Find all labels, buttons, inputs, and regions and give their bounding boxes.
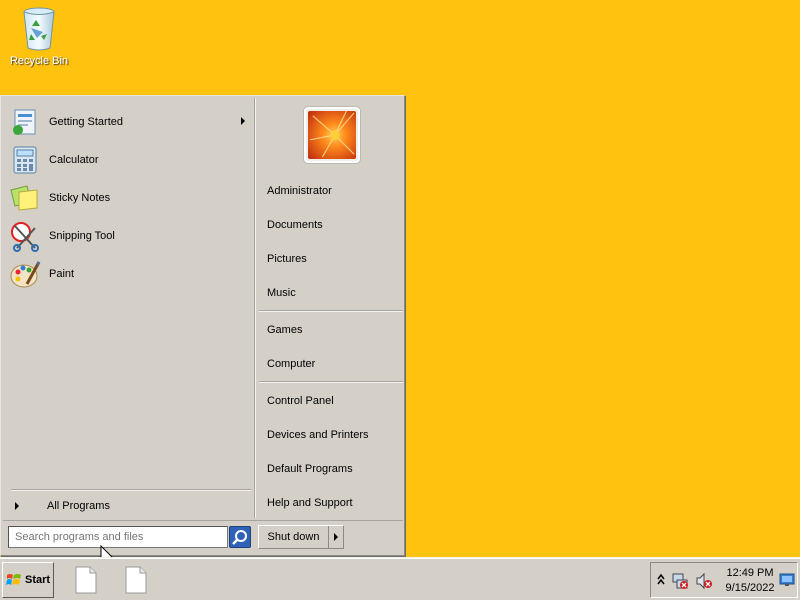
program-label: Getting Started [49, 116, 123, 128]
places-item-label: Games [267, 324, 303, 336]
start-menu: Getting Started Calculator Sticky Notes [0, 95, 405, 556]
places-item-documents[interactable]: Documents [261, 210, 401, 240]
user-picture[interactable] [303, 106, 361, 164]
all-programs-arrow-icon [15, 502, 19, 510]
windows-logo-icon [6, 574, 21, 585]
search-button[interactable] [229, 526, 251, 548]
program-label: Sticky Notes [49, 192, 111, 204]
clock[interactable]: 12:49 PM 9/15/2022 [717, 566, 783, 596]
places-item-default-programs[interactable]: Default Programs [261, 454, 401, 484]
places-item-label: Administrator [267, 185, 332, 197]
program-label: Snipping Tool [49, 230, 115, 242]
places-item-label: Control Panel [267, 395, 334, 407]
places-item-help-and-support[interactable]: Help and Support [261, 488, 401, 518]
program-paint[interactable]: Paint [9, 257, 251, 291]
places-item-administrator[interactable]: Administrator [261, 176, 401, 206]
places-item-control-panel[interactable]: Control Panel [261, 386, 401, 416]
clock-date: 9/15/2022 [725, 582, 775, 594]
places-item-devices-and-printers[interactable]: Devices and Printers [261, 420, 401, 450]
start-label: Start [25, 574, 51, 586]
blank-file-icon[interactable] [124, 566, 148, 594]
sticky-notes-icon [10, 185, 38, 211]
places-separator [259, 310, 403, 312]
places-item-games[interactable]: Games [261, 315, 401, 345]
show-hidden-icons-icon[interactable] [657, 573, 665, 587]
start-menu-bottom-bar: Shut down [3, 520, 403, 554]
places-item-label: Help and Support [267, 497, 353, 509]
blank-file-icon[interactable] [74, 566, 98, 594]
network-error-icon[interactable] [671, 572, 689, 590]
places-pane: Administrator Documents Pictures Music G… [259, 98, 403, 518]
program-getting-started[interactable]: Getting Started [9, 105, 251, 139]
places-item-label: Computer [267, 358, 316, 370]
volume-muted-icon[interactable] [695, 572, 713, 590]
program-snipping-tool[interactable]: Snipping Tool [9, 219, 251, 253]
program-label: Paint [49, 268, 75, 280]
all-programs-separator [11, 489, 251, 491]
all-programs-button[interactable]: All Programs [11, 496, 251, 516]
places-item-pictures[interactable]: Pictures [261, 244, 401, 274]
recycle-bin-label: Recycle Bin [9, 55, 69, 67]
places-item-label: Music [267, 287, 296, 299]
places-item-label: Documents [267, 219, 323, 231]
taskbar: Start 12:49 PM 9/15/2022 [0, 557, 800, 600]
programs-pane: Getting Started Calculator Sticky Notes [3, 98, 253, 518]
paint-icon [10, 261, 41, 288]
shutdown-options-arrow-icon[interactable] [334, 533, 338, 541]
search-icon [232, 530, 247, 545]
getting-started-icon [13, 109, 36, 135]
show-desktop-icon[interactable] [779, 573, 795, 587]
places-item-label: Devices and Printers [267, 429, 369, 441]
shutdown-label: Shut down [259, 526, 329, 548]
pane-divider [254, 98, 256, 518]
places-item-label: Pictures [267, 253, 307, 265]
submenu-arrow-icon [241, 117, 245, 125]
places-item-label: Default Programs [267, 463, 353, 475]
desktop-icon-recycle-bin[interactable]: Recycle Bin [6, 6, 72, 74]
program-sticky-notes[interactable]: Sticky Notes [9, 181, 251, 215]
start-button[interactable]: Start [2, 562, 54, 598]
places-item-music[interactable]: Music [261, 278, 401, 308]
system-tray: 12:49 PM 9/15/2022 [650, 562, 798, 598]
snipping-tool-icon [11, 222, 39, 252]
all-programs-label: All Programs [47, 500, 110, 512]
calculator-icon [13, 146, 37, 174]
places-item-computer[interactable]: Computer [261, 349, 401, 379]
program-calculator[interactable]: Calculator [9, 143, 251, 177]
flower-avatar-icon [308, 110, 356, 159]
search-input[interactable] [8, 526, 228, 548]
recycle-bin-icon [23, 7, 55, 51]
shutdown-button[interactable]: Shut down [258, 525, 344, 549]
places-separator [259, 381, 403, 383]
program-label: Calculator [49, 154, 99, 166]
clock-time: 12:49 PM [726, 567, 774, 579]
